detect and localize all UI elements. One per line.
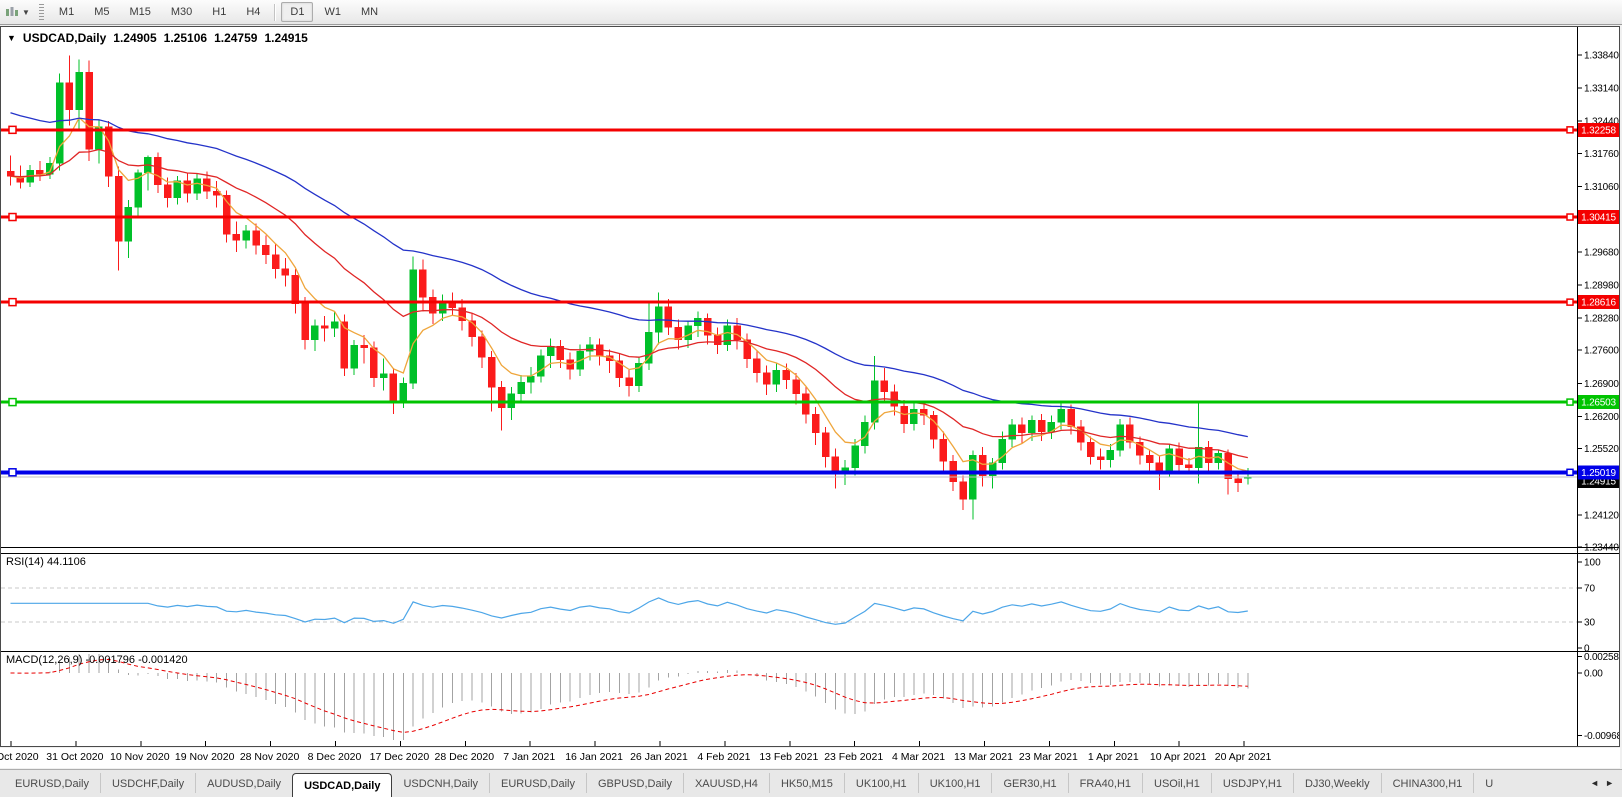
- timeframe-h4-button[interactable]: H4: [237, 2, 269, 22]
- rsi-line: [10, 597, 1248, 625]
- svg-text:1.24120: 1.24120: [1584, 510, 1619, 521]
- timeframe-w1-button[interactable]: W1: [315, 2, 350, 22]
- tab-eurusd-daily-0[interactable]: EURUSD,Daily: [4, 773, 100, 793]
- svg-text:1.23440: 1.23440: [1584, 543, 1619, 554]
- svg-text:1.28616: 1.28616: [1581, 298, 1616, 309]
- symbol-dropdown-icon[interactable]: ▼: [7, 33, 16, 43]
- tab-scroll-right-icon[interactable]: ►: [1605, 778, 1614, 788]
- hline-handle-right: [1566, 126, 1574, 134]
- hline-handle-right: [1566, 468, 1574, 477]
- svg-text:1.33140: 1.33140: [1584, 84, 1619, 95]
- svg-text:0.00: 0.00: [1584, 669, 1603, 680]
- tab-dj30-weekly-15[interactable]: DJ30,Weekly: [1292, 773, 1381, 793]
- horizontal-levels-layer[interactable]: [1, 125, 1577, 477]
- macd-pane-layer: [10, 654, 1249, 741]
- macd-signal-line: [10, 658, 1248, 733]
- svg-text:1.31760: 1.31760: [1584, 149, 1619, 160]
- tab-usdchf-daily-1[interactable]: USDCHF,Daily: [99, 773, 195, 793]
- tab-usdcad-daily-3[interactable]: USDCAD,Daily: [292, 773, 393, 797]
- price-labels[interactable]: 1.249151.322581.304151.286161.265031.250…: [1578, 122, 1619, 489]
- open-value: 1.24905: [113, 31, 157, 45]
- date-label: 20 Apr 2021: [1214, 751, 1272, 763]
- tab-fra40-h1-12[interactable]: FRA40,H1: [1067, 773, 1142, 793]
- svg-text:1.31060: 1.31060: [1584, 182, 1619, 193]
- toolbar-separator: [274, 3, 277, 21]
- tab-xauusd-h4-7[interactable]: XAUUSD,H4: [682, 773, 769, 793]
- timeframe-d1-button[interactable]: D1: [281, 2, 314, 22]
- svg-text:1.32258: 1.32258: [1581, 125, 1616, 136]
- chart-symbol-label: USDCAD,Daily: [22, 31, 107, 45]
- tab-ger30-h1-11[interactable]: GER30,H1: [991, 773, 1067, 793]
- tab-scroll-arrows: ◄ ►: [1582, 773, 1622, 793]
- svg-text:100: 100: [1584, 558, 1601, 569]
- date-axis[interactable]: 22 Oct 202031 Oct 202010 Nov 202019 Nov …: [0, 748, 1620, 768]
- rsi-label: RSI(14) 44.1106: [6, 556, 86, 568]
- hline-handle-left: [8, 125, 17, 135]
- svg-text:1.26200: 1.26200: [1584, 412, 1619, 423]
- chart-tab-bar: EURUSD,Daily USDCHF,Daily AUDUSD,Daily USDC…: [0, 769, 1622, 797]
- svg-text:1.25520: 1.25520: [1584, 444, 1619, 455]
- timeframe-m1-button[interactable]: M1: [50, 2, 83, 22]
- tab-china300-h1-16[interactable]: CHINA300,H1: [1380, 773, 1474, 793]
- hline-handle-left: [8, 397, 17, 407]
- svg-text:1.26900: 1.26900: [1584, 379, 1619, 390]
- svg-text:30: 30: [1584, 618, 1596, 629]
- timeframe-h1-button[interactable]: H1: [203, 2, 235, 22]
- timeframe-buttons: M1 M5 M15 M30 H1 H4 D1 W1 MN: [49, 2, 388, 22]
- tab-audusd-daily-2[interactable]: AUDUSD,Daily: [195, 773, 292, 793]
- svg-text:1.28980: 1.28980: [1584, 280, 1619, 291]
- macd-label: MACD(12,26,9) -0.001796 -0.001420: [6, 654, 188, 666]
- tab-gbpusd-daily-6[interactable]: GBPUSD,Daily: [586, 773, 683, 793]
- chart-window[interactable]: 1.338401.331401.324401.317601.310601.303…: [0, 26, 1620, 747]
- hline-handle-left: [8, 297, 17, 307]
- tab-uk100-h1-9[interactable]: UK100,H1: [843, 773, 918, 793]
- low-value: 1.24759: [214, 31, 258, 45]
- svg-text:1.28280: 1.28280: [1584, 314, 1619, 325]
- svg-text:1.27600: 1.27600: [1584, 346, 1619, 357]
- close-value: 1.24915: [264, 31, 308, 45]
- svg-text:70: 70: [1584, 583, 1596, 594]
- timeframe-mn-button[interactable]: MN: [352, 2, 387, 22]
- hline-handle-left: [8, 212, 17, 222]
- tab-usdcnh-daily-4[interactable]: USDCNH,Daily: [392, 773, 489, 793]
- svg-text:1.25019: 1.25019: [1581, 468, 1616, 479]
- toolbar-grip[interactable]: [38, 3, 44, 21]
- hline-handle-right: [1566, 298, 1574, 306]
- svg-text:1.29680: 1.29680: [1584, 247, 1619, 258]
- pane-borders: [1, 27, 1619, 746]
- hline-handle-right: [1566, 398, 1574, 406]
- chart-tool-dropdown-icon[interactable]: ▼: [22, 8, 30, 17]
- svg-text:1.26503: 1.26503: [1581, 398, 1616, 409]
- timeframe-m15-button[interactable]: M15: [120, 2, 159, 22]
- ohlc-readout: 1.24905 1.25106 1.24759 1.24915: [113, 31, 308, 45]
- timeframe-m5-button[interactable]: M5: [85, 2, 118, 22]
- svg-text:-0.009687: -0.009687: [1584, 731, 1619, 742]
- tab-usdjpy-h1-14[interactable]: USDJPY,H1: [1210, 773, 1293, 793]
- tab-hk50-m15-8[interactable]: HK50,M15: [768, 773, 844, 793]
- candles-layer: [6, 55, 1252, 520]
- hline-handle-left: [8, 468, 17, 477]
- svg-text:1.33840: 1.33840: [1584, 51, 1619, 62]
- svg-text:0.00258: 0.00258: [1584, 652, 1619, 663]
- tab-usoil-h1-13[interactable]: USOil,H1: [1142, 773, 1211, 793]
- tab-uk100-h1-10[interactable]: UK100,H1: [917, 773, 992, 793]
- rsi-pane-layer: [1, 587, 1577, 625]
- tab-eurusd-daily-5[interactable]: EURUSD,Daily: [489, 773, 586, 793]
- svg-text:1.30415: 1.30415: [1581, 213, 1616, 224]
- high-value: 1.25106: [163, 31, 208, 45]
- timeframe-toolbar: ▼ M1 M5 M15 M30 H1 H4 D1 W1 MN: [0, 0, 1622, 25]
- chart-tool-icon[interactable]: [3, 3, 21, 21]
- chart-canvas[interactable]: 1.338401.331401.324401.317601.310601.303…: [1, 27, 1619, 746]
- tab-scroll-left-icon[interactable]: ◄: [1590, 778, 1599, 788]
- tab-u-17[interactable]: U: [1473, 773, 1493, 793]
- hline-handle-right: [1566, 213, 1574, 221]
- chart-title: ▼ USDCAD,Daily 1.24905 1.25106 1.24759 1…: [7, 31, 308, 45]
- trading-platform: { "toolbar": { "timeframes": ["M1","M5",…: [0, 0, 1622, 797]
- timeframe-m30-button[interactable]: M30: [162, 2, 201, 22]
